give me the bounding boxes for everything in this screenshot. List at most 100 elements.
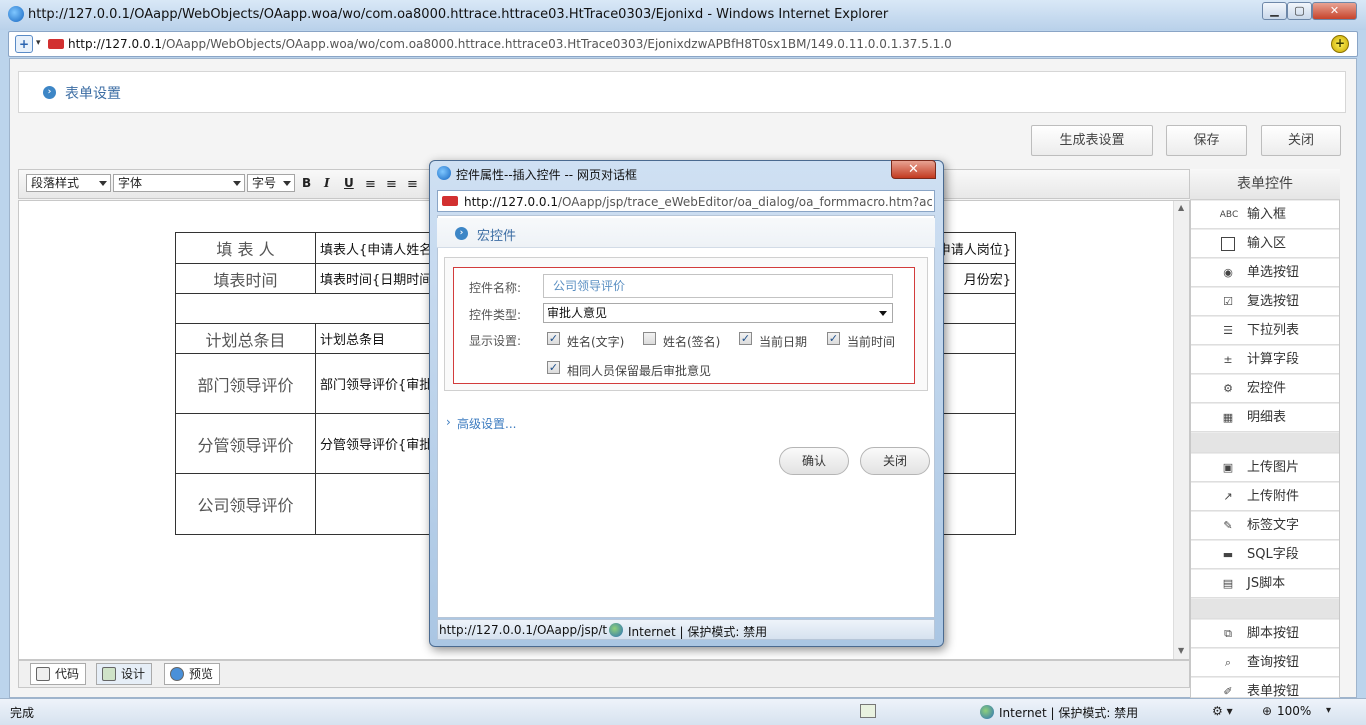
name-label: 控件名称: xyxy=(469,279,521,296)
italic-button[interactable]: I xyxy=(324,176,330,190)
control-input-box[interactable]: ABC输入框 xyxy=(1191,201,1339,229)
status-bar: 完成 Internet | 保护模式: 禁用 ⚙ ▾ ⊕ 100% ▾ xyxy=(0,698,1366,725)
site-icon xyxy=(442,196,458,206)
control-name-input[interactable]: 公司领导评价 xyxy=(543,274,893,298)
control-radio[interactable]: ◉单选按钮 xyxy=(1191,259,1339,287)
control-sql-field[interactable]: ▬SQL字段 xyxy=(1191,541,1339,569)
font-size-select[interactable]: 字号 xyxy=(247,174,295,192)
dropdown-arrow-icon[interactable]: ▾ xyxy=(36,38,41,48)
textarea-icon xyxy=(1221,237,1235,251)
script-icon: ▤ xyxy=(1221,577,1235,591)
maximize-icon: ▢ xyxy=(1294,4,1304,17)
globe-icon xyxy=(980,705,994,719)
underline-button[interactable]: U xyxy=(344,176,354,190)
dialog-status-url: http://127.0.0.1/OAapp/jsp/t xyxy=(439,623,607,637)
security-zone: Internet | 保护模式: 禁用 xyxy=(999,704,1138,721)
control-label-text[interactable]: ✎标签文字 xyxy=(1191,512,1339,540)
option-current-date-label: 当前日期 xyxy=(759,333,807,350)
control-script-button[interactable]: ⧉脚本按钮 xyxy=(1191,620,1339,648)
type-label: 控件类型: xyxy=(469,306,521,323)
save-button[interactable]: 保存 xyxy=(1166,125,1247,156)
align-left-icon[interactable]: ≡ xyxy=(365,177,376,192)
option-name-text-label: 姓名(文字) xyxy=(567,333,624,350)
maximize-button[interactable]: ▢ xyxy=(1287,2,1312,20)
control-dropdown[interactable]: ☰下拉列表 xyxy=(1191,317,1339,345)
section-title: 宏控件 xyxy=(477,225,516,244)
align-right-icon[interactable]: ≡ xyxy=(407,177,418,192)
scroll-down-icon[interactable]: ▼ xyxy=(1178,646,1184,655)
control-js-script[interactable]: ▤JS脚本 xyxy=(1191,570,1339,598)
control-type-select[interactable]: 审批人意见 xyxy=(543,303,893,323)
minimize-button[interactable]: ▁ xyxy=(1262,2,1287,20)
control-upload-image[interactable]: ▣上传图片 xyxy=(1191,454,1339,482)
site-icon xyxy=(48,39,64,49)
table-cell-label: 公司领导评价 xyxy=(176,474,316,535)
new-tab-icon[interactable]: + xyxy=(15,35,33,53)
address-bar[interactable]: + ▾ http://127.0.0.1/OAapp/WebObjects/OA… xyxy=(8,31,1358,57)
list-icon: ☰ xyxy=(1221,324,1235,338)
chevron-right-icon: › xyxy=(446,415,451,429)
advanced-settings-link[interactable]: 高级设置... xyxy=(457,415,516,432)
close-icon: ✕ xyxy=(1330,4,1339,17)
code-icon xyxy=(36,667,50,681)
option-current-date-checkbox[interactable]: ✓ xyxy=(739,332,752,345)
control-upload-attachment[interactable]: ↗上传附件 xyxy=(1191,483,1339,511)
generate-table-button[interactable]: 生成表设置 xyxy=(1031,125,1153,156)
control-checkbox[interactable]: ☑复选按钮 xyxy=(1191,288,1339,316)
security-icon xyxy=(860,704,876,718)
ie-logo-icon xyxy=(8,6,24,22)
option-keep-last-checkbox[interactable]: ✓ xyxy=(547,361,560,374)
status-text: 完成 xyxy=(10,704,34,721)
refresh-icon[interactable]: + xyxy=(1331,35,1349,53)
dialog-security-zone: Internet | 保护模式: 禁用 xyxy=(628,623,767,640)
copy-icon: ⧉ xyxy=(1221,627,1235,641)
globe-icon xyxy=(170,667,184,681)
image-icon: ▣ xyxy=(1221,461,1235,475)
zoom-dropdown-icon[interactable]: ▾ xyxy=(1326,705,1331,716)
page-header: › 表单设置 xyxy=(18,71,1346,113)
panel-divider xyxy=(1191,433,1339,453)
confirm-button[interactable]: 确认 xyxy=(779,447,849,475)
radio-icon: ◉ xyxy=(1221,266,1235,280)
control-calc-field[interactable]: ±计算字段 xyxy=(1191,346,1339,374)
scroll-up-icon[interactable]: ▲ xyxy=(1178,203,1184,212)
dialog-url: http://127.0.0.1/OAapp/jsp/trace_eWebEdi… xyxy=(464,195,932,209)
paragraph-style-select[interactable]: 段落样式 xyxy=(26,174,111,192)
abc-icon: ABC xyxy=(1219,208,1239,222)
protected-mode-icon[interactable]: ⚙ ▾ xyxy=(1212,704,1233,718)
control-query-button[interactable]: ⌕查询按钮 xyxy=(1191,649,1339,677)
close-button[interactable]: ✕ xyxy=(1312,2,1357,20)
window-title: http://127.0.0.1/OAapp/WebObjects/OAapp.… xyxy=(28,7,888,22)
search-icon: ⌕ xyxy=(1221,656,1235,670)
control-form-button[interactable]: ✐表单按钮 xyxy=(1191,678,1339,698)
table-cell-label: 填 表 人 xyxy=(176,233,316,264)
editor-scrollbar[interactable]: ▲ ▼ xyxy=(1173,201,1189,659)
section-arrow-icon: › xyxy=(455,227,468,240)
tab-design[interactable]: 设计 xyxy=(96,663,152,685)
zoom-level[interactable]: 100% xyxy=(1277,704,1311,718)
option-current-time-checkbox[interactable]: ✓ xyxy=(827,332,840,345)
zoom-icon: ⊕ xyxy=(1262,704,1272,718)
dialog-close-button[interactable]: ✕ xyxy=(891,160,936,179)
chevron-down-icon xyxy=(283,181,291,186)
address-url[interactable]: http://127.0.0.1/OAapp/WebObjects/OAapp.… xyxy=(68,37,952,51)
dialog-cancel-button[interactable]: 关闭 xyxy=(860,447,930,475)
pen-icon: ✐ xyxy=(1221,685,1235,698)
table-cell-label: 填表时间 xyxy=(176,264,316,294)
control-detail-table[interactable]: ▦明细表 xyxy=(1191,404,1339,432)
close-page-button[interactable]: 关闭 xyxy=(1261,125,1341,156)
chevron-down-icon xyxy=(879,311,887,316)
align-center-icon[interactable]: ≡ xyxy=(386,177,397,192)
dialog-address-bar: http://127.0.0.1/OAapp/jsp/trace_eWebEdi… xyxy=(437,190,935,212)
option-name-sign-checkbox[interactable] xyxy=(643,332,656,345)
control-textarea[interactable]: 输入区 xyxy=(1191,230,1339,258)
font-select[interactable]: 字体 xyxy=(113,174,245,192)
page-title: 表单设置 xyxy=(65,83,121,103)
tab-code[interactable]: 代码 xyxy=(30,663,86,685)
bold-button[interactable]: B xyxy=(302,176,311,190)
wand-icon: ✎ xyxy=(1221,519,1235,533)
tab-preview[interactable]: 预览 xyxy=(164,663,220,685)
control-macro[interactable]: ⚙宏控件 xyxy=(1191,375,1339,403)
option-name-text-checkbox[interactable]: ✓ xyxy=(547,332,560,345)
dialog-status-bar: http://127.0.0.1/OAapp/jsp/t Internet | … xyxy=(437,619,935,640)
